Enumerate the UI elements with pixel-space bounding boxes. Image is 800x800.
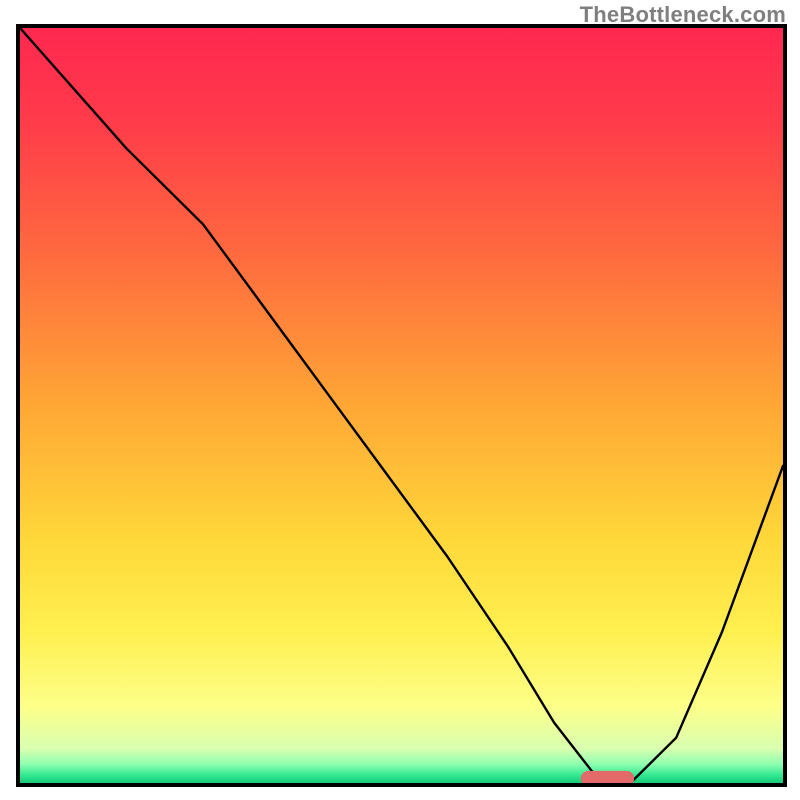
gradient-background (20, 28, 783, 783)
chart-stage: TheBottleneck.com (0, 0, 800, 800)
bottleneck-chart (0, 0, 800, 800)
watermark-label: TheBottleneck.com (580, 2, 786, 28)
